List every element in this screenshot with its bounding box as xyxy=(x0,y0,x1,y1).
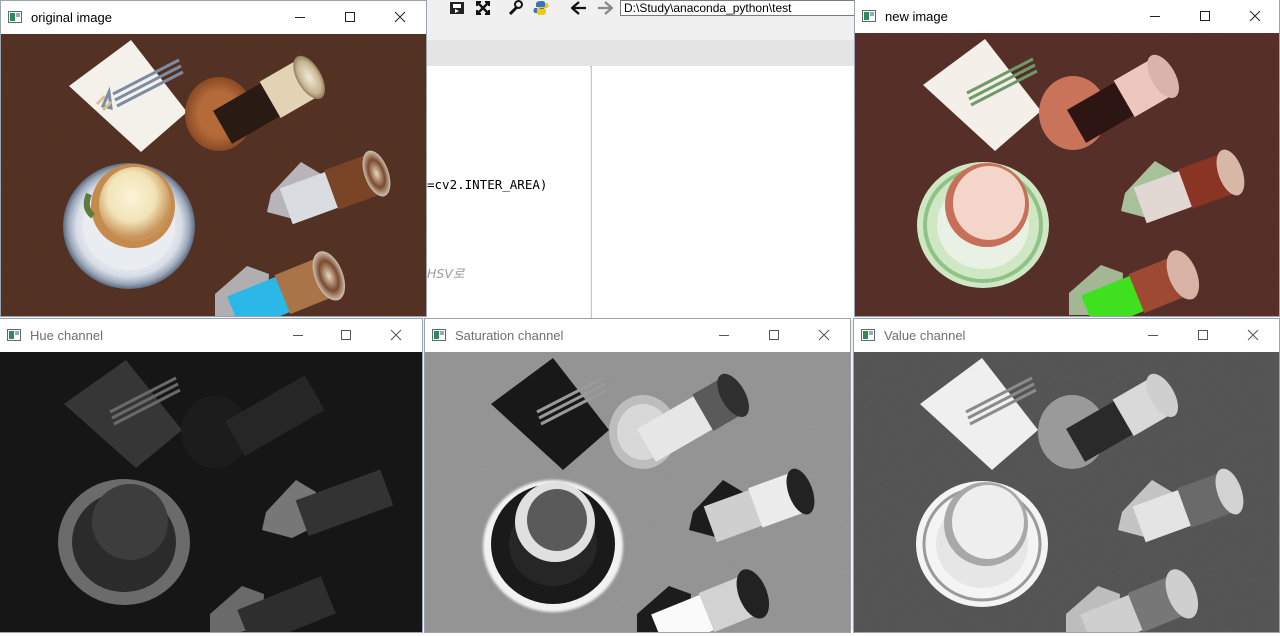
minimize-button[interactable] xyxy=(284,323,312,347)
minimize-icon xyxy=(295,17,305,18)
window-title: original image xyxy=(31,10,112,25)
code-comment-hsv: HSV로 xyxy=(427,266,465,281)
minimize-button[interactable] xyxy=(286,5,314,29)
close-icon xyxy=(390,329,402,341)
maximize-button[interactable] xyxy=(1189,323,1217,347)
value-channel-window[interactable]: Value channel xyxy=(854,319,1279,632)
value-channel-image xyxy=(854,352,1279,632)
hue-channel-image xyxy=(0,352,422,632)
window-app-icon xyxy=(861,329,875,341)
hue-channel-window[interactable]: Hue channel xyxy=(0,319,422,632)
editor-right-pane xyxy=(591,66,855,320)
window-app-icon xyxy=(862,10,876,22)
original-image-canvas xyxy=(1,34,426,316)
minimize-button[interactable] xyxy=(1139,323,1167,347)
maximize-button[interactable] xyxy=(1191,4,1219,28)
maximize-button[interactable] xyxy=(760,323,788,347)
window-app-icon xyxy=(8,11,22,23)
value-channel-canvas xyxy=(854,352,1279,632)
maximize-icon xyxy=(345,12,355,22)
python-icon[interactable] xyxy=(532,0,550,16)
maximize-icon xyxy=(1200,11,1210,21)
close-button[interactable] xyxy=(382,323,410,347)
maximize-button[interactable] xyxy=(336,5,364,29)
maximize-icon xyxy=(341,330,351,340)
saturation-channel-image xyxy=(425,352,850,632)
original-image-window[interactable]: original image xyxy=(1,1,426,316)
minimize-icon xyxy=(293,335,303,336)
code-line-resize: =cv2.INTER_AREA) xyxy=(427,177,548,192)
close-button[interactable] xyxy=(386,5,414,29)
close-button[interactable] xyxy=(1241,4,1269,28)
title-bar[interactable]: Value channel xyxy=(854,319,1279,352)
new-image-window[interactable]: new image xyxy=(855,0,1279,316)
working-directory-field[interactable]: D:\Study\anaconda_python\test xyxy=(620,0,857,16)
window-title: Hue channel xyxy=(30,328,103,343)
minimize-icon xyxy=(1148,335,1158,336)
title-bar[interactable]: original image xyxy=(1,1,426,34)
window-app-icon xyxy=(432,329,446,341)
close-icon xyxy=(1247,329,1259,341)
back-arrow-icon[interactable] xyxy=(570,0,588,16)
close-icon xyxy=(394,11,406,23)
saturation-channel-canvas xyxy=(425,352,850,632)
wrench-icon[interactable] xyxy=(506,0,524,16)
window-title: new image xyxy=(885,9,948,24)
maximize-button[interactable] xyxy=(332,323,360,347)
save-run-icon[interactable] xyxy=(448,0,466,16)
window-title: Saturation channel xyxy=(455,328,564,343)
close-icon xyxy=(1249,10,1261,22)
hue-shifted-photo xyxy=(855,33,1279,316)
title-bar[interactable]: Saturation channel xyxy=(425,319,850,352)
minimize-button[interactable] xyxy=(1141,4,1169,28)
minimize-icon xyxy=(1150,16,1160,17)
dessert-photo xyxy=(1,34,426,316)
maximize-icon xyxy=(769,330,779,340)
minimize-button[interactable] xyxy=(710,323,738,347)
title-bar[interactable]: Hue channel xyxy=(0,319,422,352)
saturation-channel-window[interactable]: Saturation channel xyxy=(425,319,850,632)
close-icon xyxy=(818,329,830,341)
maximize-icon xyxy=(1198,330,1208,340)
window-title: Value channel xyxy=(884,328,966,343)
forward-arrow-icon[interactable] xyxy=(596,0,614,16)
close-button[interactable] xyxy=(810,323,838,347)
maximize-arrows-icon[interactable] xyxy=(474,0,492,16)
window-app-icon xyxy=(7,329,21,341)
editor-tab-bar xyxy=(426,40,854,67)
close-button[interactable] xyxy=(1239,323,1267,347)
title-bar[interactable]: new image xyxy=(855,0,1279,33)
new-image-canvas xyxy=(855,33,1279,316)
minimize-icon xyxy=(719,335,729,336)
hue-channel-canvas xyxy=(0,352,422,632)
